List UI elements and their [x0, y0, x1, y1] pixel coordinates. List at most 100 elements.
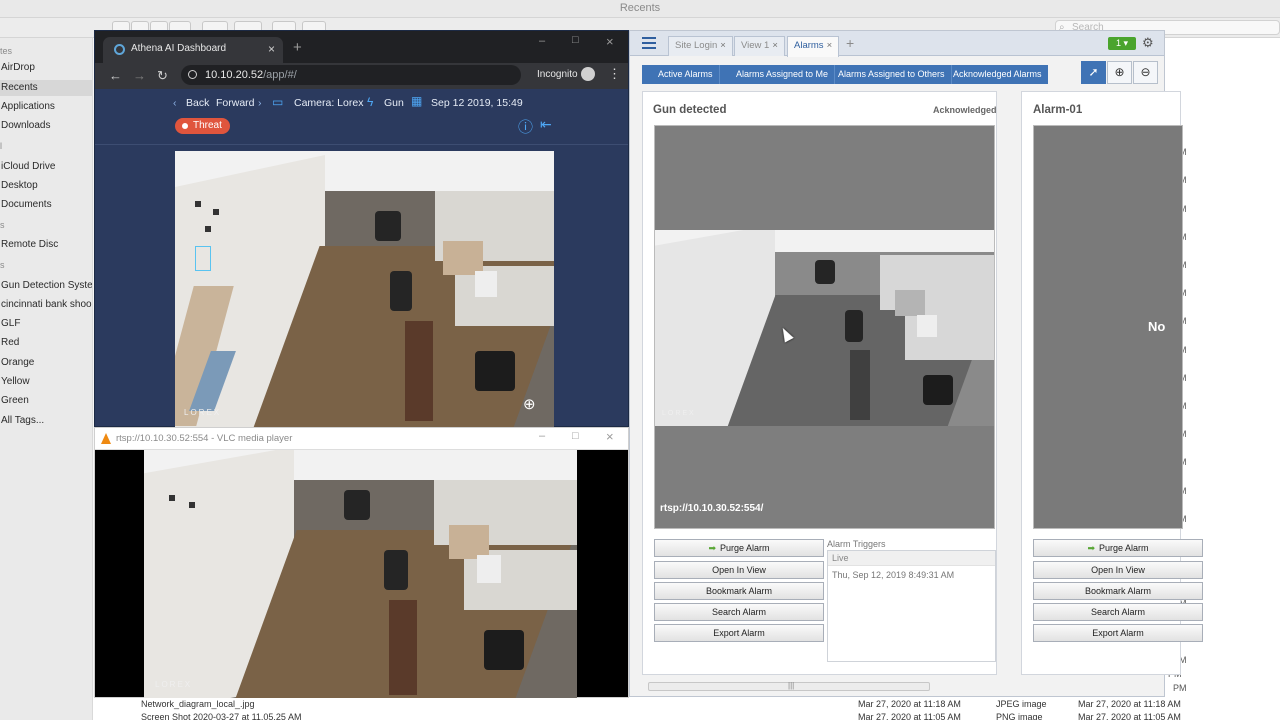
back-chevron-icon[interactable]: ‹	[173, 97, 177, 109]
search-alarm-button[interactable]: Search Alarm	[654, 603, 824, 621]
sidebar-item[interactable]: Gun Detection Syste	[0, 278, 92, 294]
sidebar-section-header: tes	[0, 46, 13, 56]
open-in-view-button[interactable]: Open In View	[654, 561, 824, 579]
file-added: Mar 27, 2020 at 11:18 AM	[1078, 699, 1181, 709]
tab-view-1[interactable]: View 1 ×	[734, 36, 785, 56]
minimize-icon[interactable]: –	[539, 35, 545, 47]
sidebar-item[interactable]: Applications	[0, 99, 55, 115]
triggers-live-header: Live	[828, 551, 995, 566]
sidebar-item[interactable]: AirDrop	[0, 60, 35, 76]
settings-gear-icon[interactable]: ⚙	[1142, 35, 1154, 51]
zoom-out-tool-icon[interactable]: ⊖	[1133, 61, 1158, 84]
vlc-minimize-icon[interactable]: –	[539, 430, 545, 442]
badge-count: 1	[1115, 38, 1121, 48]
export-alarm-button[interactable]: Export Alarm	[654, 624, 824, 642]
window-close-icon[interactable]: ×	[606, 34, 614, 49]
reload-icon[interactable]: ↻	[157, 68, 168, 84]
alarm-triggers-list: Live Thu, Sep 12, 2019 8:49:31 AM	[827, 550, 996, 662]
sidebar-item[interactable]: cincinnati bank shoo	[0, 297, 92, 313]
sidebar-item[interactable]: Orange	[0, 355, 34, 371]
horizontal-scrollbar[interactable]: |||	[648, 681, 930, 691]
sidebar-item[interactable]: Yellow	[0, 374, 30, 390]
bookmark-alarm-button[interactable]: Bookmark Alarm	[654, 582, 824, 600]
sidebar-item[interactable]: Recents	[0, 80, 92, 96]
menu-icon[interactable]	[642, 37, 656, 49]
athena-favicon-icon	[114, 44, 125, 55]
sidebar-item[interactable]: Desktop	[0, 178, 38, 194]
tab-close-icon[interactable]: ×	[268, 37, 275, 61]
sidebar-item[interactable]: Downloads	[0, 118, 50, 134]
vlc-video[interactable]: 09-12-2019 LOREX	[144, 450, 577, 698]
athena-header: ‹ Back Forward › ▭ Camera: Lorex ϟ Gun ▦…	[95, 89, 628, 145]
maximize-icon[interactable]: □	[572, 34, 579, 46]
alarm-panel-alarm-01: Alarm-01 No ➡ Purge Alarm Open In View Bo…	[1021, 91, 1203, 675]
zoom-in-tool-icon[interactable]: ⊕	[1107, 61, 1132, 84]
new-tab-icon[interactable]: +	[293, 39, 302, 56]
vlc-title-bar: rtsp://10.10.30.52:554 - VLC media playe…	[95, 428, 628, 450]
exit-icon[interactable]: ⇤	[540, 116, 552, 133]
client-tab-bar: Site Login × View 1 × Alarms × + 1 ▾ ⚙	[630, 31, 1164, 57]
tab-active-alarms[interactable]: Active Alarms	[652, 65, 720, 84]
open-in-view-button[interactable]: Open In View	[1033, 561, 1203, 579]
tab-acknowledged-alarms[interactable]: Acknowledged Alarms	[947, 65, 1048, 84]
tab-close-icon[interactable]: ×	[827, 40, 833, 51]
vlc-close-icon[interactable]: ×	[606, 429, 614, 444]
tab-alarms[interactable]: Alarms ×	[787, 36, 840, 57]
tab-close-icon[interactable]: ×	[772, 40, 778, 51]
sidebar-item[interactable]: GLF	[0, 316, 20, 332]
button-label: Purge Alarm	[1099, 543, 1149, 553]
sidebar-item[interactable]: Green	[0, 393, 29, 409]
back-arrow-icon[interactable]: ←	[109, 68, 122, 83]
file-date: Mar 27, 2020 at 11:05 AM	[858, 712, 961, 720]
datetime-label: Sep 12 2019, 15:49	[431, 97, 523, 109]
sidebar-item[interactable]: Documents	[0, 197, 52, 213]
lightning-icon: ϟ	[367, 95, 374, 109]
file-date: Mar 27, 2020 at 11:18 AM	[858, 699, 961, 709]
camera-icon: ▭	[272, 95, 284, 109]
vlc-window: rtsp://10.10.30.52:554 - VLC media playe…	[94, 427, 629, 698]
incognito-label: Incognito	[537, 69, 578, 80]
url-host: 10.10.20.52	[205, 69, 264, 81]
back-link[interactable]: Back	[186, 97, 209, 109]
file-row[interactable]: Screen Shot 2020-03-27 at 11.05.25 AM Mar…	[93, 712, 1280, 720]
sidebar-item[interactable]: iCloud Drive	[0, 159, 55, 175]
alarm-panel-gun-detected: Gun detected Acknowledged 09-12-2019 LOR…	[642, 91, 997, 675]
pointer-tool-icon[interactable]: ➚	[1081, 61, 1106, 84]
forward-chevron-icon: ›	[258, 97, 262, 109]
site-info-icon[interactable]	[188, 70, 197, 79]
add-tab-icon[interactable]: +	[846, 35, 854, 51]
trigger-time[interactable]: Thu, Sep 12, 2019 8:49:31 AM	[832, 570, 954, 580]
forward-arrow-icon[interactable]: →	[133, 68, 146, 83]
purge-alarm-button[interactable]: ➡ Purge Alarm	[654, 539, 824, 557]
sidebar-item[interactable]: Red	[0, 335, 19, 351]
sidebar-item[interactable]: All Tags...	[0, 413, 44, 429]
tab-close-icon[interactable]: ×	[720, 40, 726, 51]
alarm-video[interactable]: 09-12-2019 LOREX rtsp://10.10.30.52:554/	[654, 125, 995, 529]
zoom-in-icon[interactable]: ⊕	[523, 395, 536, 413]
export-alarm-button[interactable]: Export Alarm	[1033, 624, 1203, 642]
notification-badge[interactable]: 1 ▾	[1108, 37, 1136, 50]
info-icon[interactable]: ⓘ	[518, 116, 533, 137]
tab-alarms-assigned-to-me[interactable]: Alarms Assigned to Me	[730, 65, 836, 84]
play-icon: ➡	[1087, 543, 1095, 553]
tab-alarms-assigned-to-others[interactable]: Alarms Assigned to Others	[832, 65, 952, 84]
tab-athena[interactable]: Athena AI Dashboard ×	[103, 37, 283, 63]
tab-label: View 1	[741, 40, 770, 51]
chrome-menu-icon[interactable]: ⋮	[608, 66, 621, 82]
tab-site-login[interactable]: Site Login ×	[668, 36, 733, 56]
incognito-icon[interactable]	[581, 67, 595, 81]
alarm-triggers-label: Alarm Triggers	[827, 539, 886, 549]
search-alarm-button[interactable]: Search Alarm	[1033, 603, 1203, 621]
file-added: Mar 27, 2020 at 11:05 AM	[1078, 712, 1181, 720]
address-bar[interactable]: 10.10.20.52/app/#/	[181, 65, 521, 85]
vlc-maximize-icon[interactable]: □	[572, 430, 579, 442]
sidebar-item[interactable]: Remote Disc	[0, 237, 58, 253]
chrome-tab-bar: Athena AI Dashboard × + – □ ×	[95, 31, 628, 63]
bookmark-alarm-button[interactable]: Bookmark Alarm	[1033, 582, 1203, 600]
vms-client-window: Site Login × View 1 × Alarms × + 1 ▾ ⚙ Acti…	[629, 30, 1203, 697]
purge-alarm-button[interactable]: ➡ Purge Alarm	[1033, 539, 1203, 557]
forward-link[interactable]: Forward	[216, 97, 255, 109]
alarm-video-empty[interactable]: No	[1033, 125, 1183, 529]
file-row[interactable]: Network_diagram_local_.jpg Mar 27, 2020 a…	[93, 699, 1280, 711]
alarm-title: Gun detected	[653, 104, 727, 116]
